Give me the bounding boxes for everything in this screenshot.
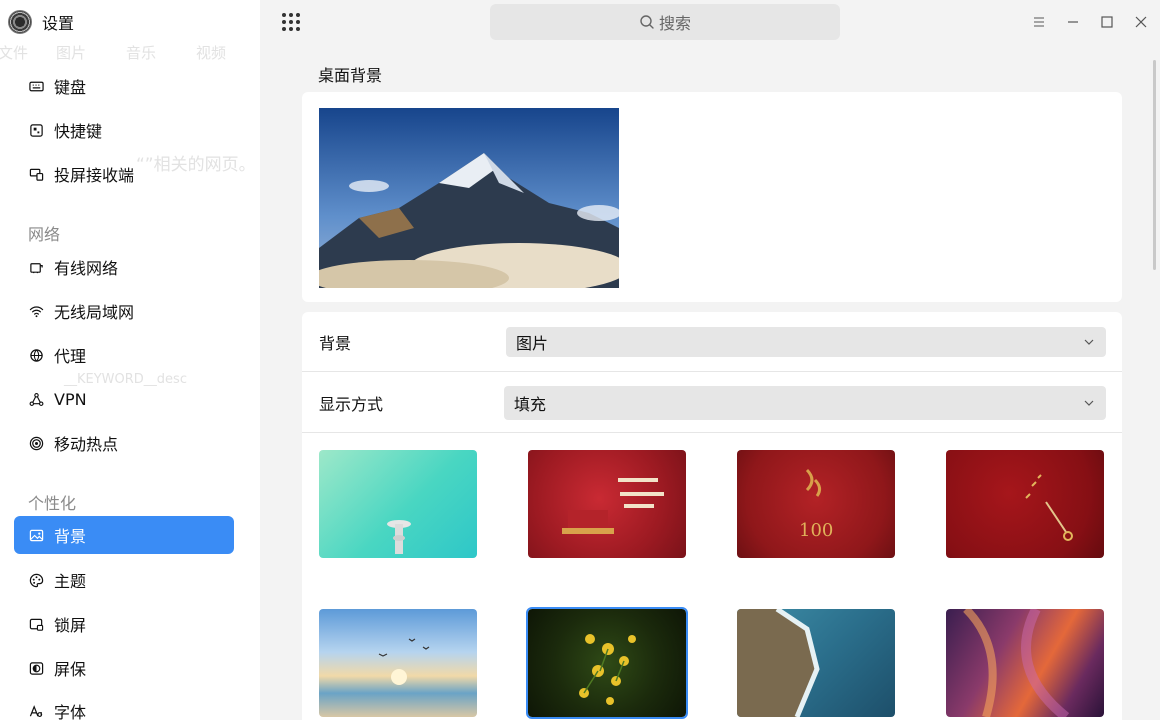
sidebar-item-label: 背景 bbox=[54, 527, 87, 546]
sidebar-item-shortcut[interactable]: 快捷键 bbox=[14, 111, 234, 149]
section-title-personalize: 个性化 bbox=[28, 494, 77, 513]
sidebar-item-screensaver[interactable]: 屏保 bbox=[14, 649, 234, 687]
sidebar-item-label: 屏保 bbox=[54, 660, 87, 679]
current-wallpaper-preview bbox=[319, 108, 619, 288]
app-menu-grid-icon[interactable] bbox=[282, 13, 300, 31]
sidebar-item-keyboard[interactable]: 键盘 bbox=[14, 67, 234, 105]
sidebar-item-hotspot[interactable]: 移动热点 bbox=[14, 424, 234, 462]
display-mode-label: 显示方式 bbox=[319, 395, 384, 414]
sidebar-item-background[interactable]: 背景 bbox=[14, 516, 234, 554]
close-icon[interactable] bbox=[1131, 12, 1151, 32]
sidebar-item-label: 快捷键 bbox=[54, 122, 103, 141]
cast-icon bbox=[28, 166, 44, 182]
preview-card bbox=[302, 92, 1122, 302]
chevron-down-icon bbox=[1084, 400, 1094, 406]
search-placeholder: 搜索 bbox=[658, 14, 691, 33]
app-header: 设置 bbox=[8, 8, 74, 36]
keyboard-icon bbox=[28, 78, 44, 94]
ethernet-icon bbox=[28, 259, 44, 275]
sidebar-item-label: 投屏接收端 bbox=[54, 166, 135, 185]
wallpaper-thumb[interactable]: 100 bbox=[737, 450, 895, 558]
background-type-label: 背景 bbox=[319, 334, 352, 353]
vpn-icon bbox=[28, 391, 44, 407]
wifi-icon bbox=[28, 303, 44, 319]
sidebar-item-label: VPN bbox=[54, 389, 87, 409]
desktop-background-title: 桌面背景 bbox=[318, 66, 383, 85]
proxy-icon bbox=[28, 347, 44, 363]
display-mode-row: 显示方式 填充 bbox=[302, 373, 1122, 433]
wallpaper-thumb[interactable] bbox=[528, 450, 686, 558]
sidebar-item-lockscreen[interactable]: 锁屏 bbox=[14, 605, 234, 643]
background-type-row: 背景 图片 bbox=[302, 312, 1122, 372]
palette-icon bbox=[28, 572, 44, 588]
ghost-tab-music: 音乐 bbox=[126, 44, 157, 62]
sidebar-item-cast[interactable]: 投屏接收端 bbox=[14, 155, 234, 193]
app-title: 设置 bbox=[42, 14, 75, 33]
background-type-value: 图片 bbox=[516, 334, 549, 353]
shortcut-icon bbox=[28, 122, 44, 138]
settings-logo-icon bbox=[8, 10, 32, 34]
wallpaper-thumb[interactable] bbox=[737, 609, 895, 717]
sidebar: 文件 图片 音乐 视频 “”相关的网页。 __KEYWORD__desc 设置 … bbox=[0, 0, 260, 720]
divider bbox=[302, 432, 1122, 433]
minimize-icon[interactable] bbox=[1063, 12, 1083, 32]
wallpaper-thumb[interactable] bbox=[319, 450, 477, 558]
sidebar-item-label: 无线局域网 bbox=[54, 303, 135, 322]
ghost-tab-image: 图片 bbox=[56, 44, 87, 62]
ghost-tab-video: 视频 bbox=[196, 44, 227, 62]
wallpaper-thumb[interactable] bbox=[946, 450, 1104, 558]
sidebar-item-proxy[interactable]: 代理 bbox=[14, 336, 234, 374]
lock-screen-icon bbox=[28, 616, 44, 632]
sidebar-item-label: 移动热点 bbox=[54, 435, 119, 454]
main-content: 搜索 桌面背景 背景 图片 显示方式 填充 100 bbox=[260, 0, 1160, 720]
search-input[interactable]: 搜索 bbox=[490, 4, 840, 40]
hotspot-icon bbox=[28, 435, 44, 451]
display-mode-select[interactable]: 填充 bbox=[504, 386, 1106, 420]
menu-icon[interactable] bbox=[1029, 12, 1049, 32]
sidebar-item-label: 代理 bbox=[54, 347, 87, 366]
wallpaper-thumb[interactable] bbox=[319, 609, 477, 717]
maximize-icon[interactable] bbox=[1097, 12, 1117, 32]
image-icon bbox=[28, 527, 44, 543]
search-icon bbox=[640, 15, 654, 29]
sidebar-item-ethernet[interactable]: 有线网络 bbox=[14, 248, 234, 286]
sidebar-item-label: 有线网络 bbox=[54, 259, 119, 278]
svg-text:100: 100 bbox=[799, 520, 833, 541]
chevron-down-icon bbox=[1084, 339, 1094, 345]
sidebar-item-label: 主题 bbox=[54, 572, 87, 591]
sidebar-item-wifi[interactable]: 无线局域网 bbox=[14, 292, 234, 330]
settings-card: 背景 图片 显示方式 填充 100 bbox=[302, 312, 1122, 720]
display-mode-value: 填充 bbox=[514, 395, 547, 414]
sidebar-item-label: 字体 bbox=[54, 703, 87, 720]
sidebar-item-label: 键盘 bbox=[54, 78, 87, 97]
sidebar-item-label: 锁屏 bbox=[54, 616, 87, 635]
sidebar-item-font[interactable]: 字体 bbox=[14, 692, 234, 720]
divider bbox=[302, 371, 1122, 372]
scrollbar[interactable] bbox=[1153, 60, 1156, 270]
section-title-network: 网络 bbox=[28, 225, 61, 244]
font-icon bbox=[28, 703, 44, 719]
sidebar-item-vpn[interactable]: VPN bbox=[14, 380, 234, 418]
screensaver-icon bbox=[28, 660, 44, 676]
sidebar-item-theme[interactable]: 主题 bbox=[14, 561, 234, 599]
ghost-tab-file: 文件 bbox=[0, 44, 29, 62]
background-type-select[interactable]: 图片 bbox=[506, 327, 1106, 357]
wallpaper-thumb[interactable] bbox=[946, 609, 1104, 717]
wallpaper-thumb-selected[interactable] bbox=[526, 607, 688, 719]
